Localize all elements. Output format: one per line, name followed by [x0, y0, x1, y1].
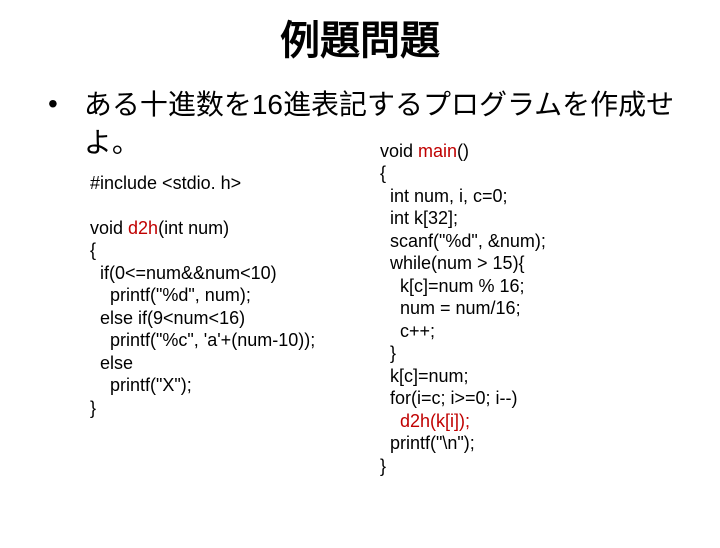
code-line: if(0<=num&&num<10) — [90, 263, 277, 283]
function-name: main — [418, 141, 457, 161]
code-line: void d2h(int num) — [90, 218, 229, 238]
code-line: int k[32]; — [380, 208, 458, 228]
code-line: int num, i, c=0; — [380, 186, 508, 206]
code-line: void main() — [380, 141, 469, 161]
code-line: c++; — [380, 321, 435, 341]
code-line: printf("\n"); — [380, 433, 475, 453]
function-call: d2h(k[i]); — [400, 411, 470, 431]
code-line: } — [90, 398, 96, 418]
code-line: #include <stdio. h> — [90, 173, 241, 193]
code-line: while(num > 15){ — [380, 253, 525, 273]
code-line: else — [90, 353, 133, 373]
code-line: k[c]=num % 16; — [380, 276, 525, 296]
function-name: d2h — [128, 218, 158, 238]
code-line: } — [380, 343, 396, 363]
code-line: printf("X"); — [90, 375, 192, 395]
slide-title: 例題問題 — [0, 8, 720, 66]
code-line: d2h(k[i]); — [380, 411, 470, 431]
code-line: scanf("%d", &num); — [380, 231, 546, 251]
bullet-marker: • — [48, 86, 58, 122]
code-line: else if(9<num<16) — [90, 308, 245, 328]
code-line: printf("%c", 'a'+(num-10)); — [90, 330, 315, 350]
code-line: printf("%d", num); — [90, 285, 251, 305]
code-block: #include <stdio. h> void d2h(int num) { … — [90, 172, 720, 510]
slide: 例題問題 • ある十進数を16進表記するプログラムを作成せよ。 #include… — [0, 8, 720, 548]
code-right-column: void main() { int num, i, c=0; int k[32]… — [380, 140, 640, 478]
code-line: k[c]=num; — [380, 366, 469, 386]
code-line: num = num/16; — [380, 298, 521, 318]
code-line: { — [380, 163, 386, 183]
code-line: } — [380, 456, 386, 476]
code-line: for(i=c; i>=0; i--) — [380, 388, 518, 408]
code-line: { — [90, 240, 96, 260]
code-left-column: #include <stdio. h> void d2h(int num) { … — [90, 172, 380, 510]
